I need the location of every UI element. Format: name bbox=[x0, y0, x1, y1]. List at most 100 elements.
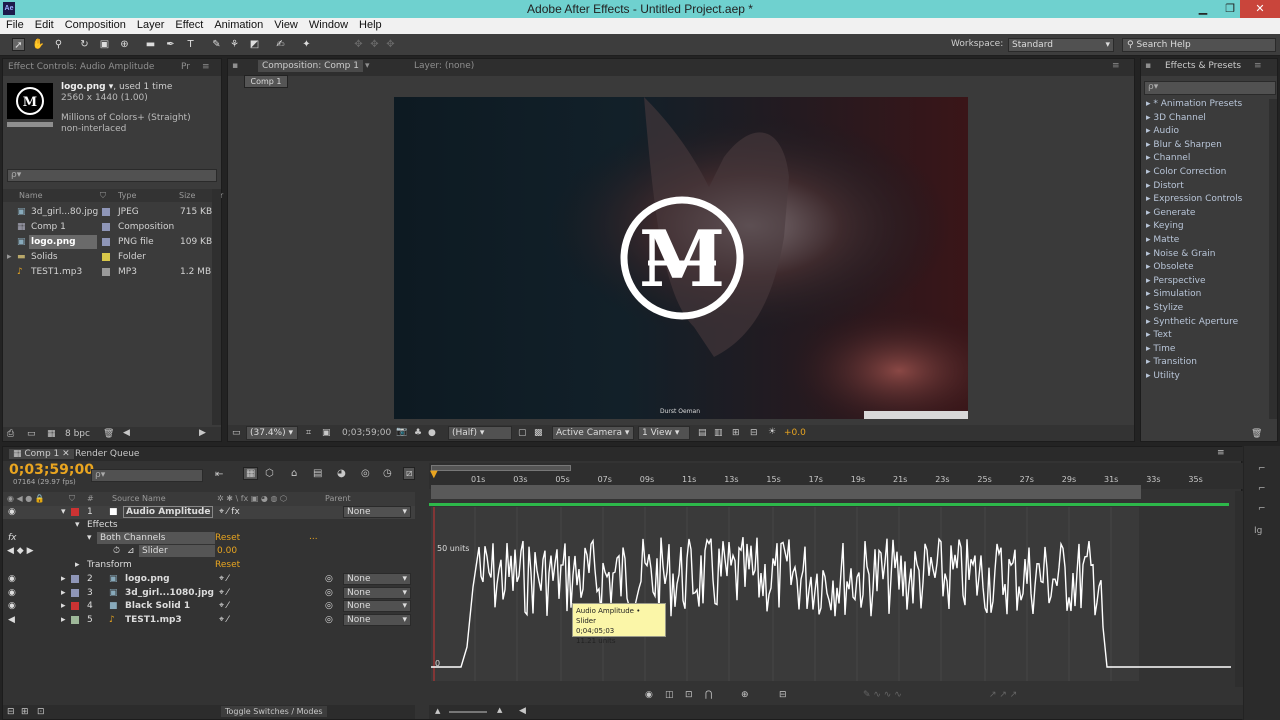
bpc-label[interactable]: 8 bpc bbox=[65, 429, 90, 439]
camera-dropdown[interactable]: Active Camera ▾ bbox=[552, 426, 634, 440]
expand-triangle-icon[interactable]: ▸ bbox=[7, 252, 12, 262]
eraser-tool-icon[interactable]: ◩ bbox=[248, 38, 261, 51]
delete-icon[interactable]: 🗑 bbox=[1251, 429, 1262, 439]
edit-keyframe-icon[interactable]: ✎ ∿ ∿ ∿ bbox=[863, 690, 902, 700]
expand-triangle-icon[interactable]: ▾ bbox=[87, 533, 92, 543]
col-source-name[interactable]: Source Name bbox=[112, 494, 166, 503]
graph-type-icon[interactable]: ◫ bbox=[665, 690, 674, 700]
expand-triangle-icon[interactable]: ▸ bbox=[61, 615, 66, 625]
graph-editor[interactable] bbox=[431, 507, 1231, 681]
effect-category[interactable]: ▸ Synthetic Aperture bbox=[1146, 317, 1238, 327]
zoom-in-icon[interactable]: ▲ bbox=[497, 706, 502, 714]
menu-edit[interactable]: Edit bbox=[29, 18, 59, 31]
fit-all-icon[interactable]: ⊟ bbox=[779, 690, 787, 700]
eye-icon[interactable]: ◉ bbox=[8, 601, 16, 611]
new-composition-icon[interactable]: ▦ bbox=[47, 429, 56, 439]
region-icon[interactable]: ▢ bbox=[518, 428, 527, 438]
flowchart-icon[interactable]: ⊟ bbox=[750, 428, 758, 438]
pickwhip-icon[interactable]: ◎ bbox=[325, 601, 333, 611]
effect-category[interactable]: ▸ Generate bbox=[1146, 208, 1195, 218]
switches-icon[interactable]: ⌖ ⁄ bbox=[219, 574, 228, 584]
effects-search-input[interactable]: ρ▾ bbox=[1144, 81, 1276, 95]
project-item[interactable]: ▣ 3d_girl...80.jpg JPEG 715 KB bbox=[5, 205, 223, 220]
av-features-icon[interactable]: ◉ ◀ ● 🔒 bbox=[7, 494, 45, 503]
interpret-footage-icon[interactable]: ⎙ bbox=[7, 429, 14, 439]
collapse-icon[interactable]: ▪ bbox=[1145, 61, 1151, 71]
grid-icon[interactable]: ⌗ bbox=[306, 428, 311, 438]
fit-selection-icon[interactable]: ⊕ bbox=[741, 690, 749, 700]
menu-view[interactable]: View bbox=[268, 18, 303, 31]
resolution-dropdown[interactable]: (Half) ▾ bbox=[448, 426, 512, 440]
motion-blur-icon[interactable]: ◕ bbox=[337, 468, 346, 479]
panel-menu-icon[interactable]: ≡ bbox=[202, 62, 210, 72]
hide-shy-layers-icon[interactable]: ⌂ bbox=[291, 468, 297, 479]
view-layout-dropdown[interactable]: 1 View ▾ bbox=[638, 426, 690, 440]
project-item[interactable]: ♪ TEST1.mp3 MP3 1.2 MB bbox=[5, 265, 223, 280]
rotate-tool-icon[interactable]: ↻ bbox=[78, 38, 91, 51]
switches-icons[interactable]: ✲ ✱ \ fx ▣ ◕ ◍ ⬡ bbox=[217, 494, 287, 503]
menu-window[interactable]: Window bbox=[303, 18, 353, 31]
new-folder-icon[interactable]: ▭ bbox=[27, 429, 36, 439]
show-snapshot-icon[interactable]: ♣ bbox=[414, 428, 422, 438]
layer-row[interactable]: ◉ ▾ 1 ■ Audio Amplitude ⌖ ⁄ fx None ▾ bbox=[3, 506, 415, 519]
effect-category[interactable]: ▸ Noise & Grain bbox=[1146, 249, 1216, 259]
label-column-icon[interactable]: ⛉ bbox=[100, 191, 106, 201]
parent-dropdown[interactable]: None ▾ bbox=[343, 586, 411, 599]
switches-icon[interactable]: ⌖ ⁄ bbox=[219, 615, 228, 625]
tab-effects-presets[interactable]: Effects & Presets bbox=[1165, 61, 1241, 71]
transform-reset[interactable]: Reset bbox=[215, 560, 240, 570]
scroll-left-icon[interactable]: ◀ bbox=[123, 428, 130, 438]
expand-collapse-icon[interactable]: ⊟ bbox=[7, 707, 15, 717]
hand-tool-icon[interactable]: ✋ bbox=[32, 38, 45, 51]
easy-ease-icon[interactable]: ↗ ↗ ↗ bbox=[989, 690, 1017, 700]
region-of-interest-icon[interactable]: ▭ bbox=[232, 428, 241, 438]
mask-visibility-icon[interactable]: ▣ bbox=[322, 428, 331, 438]
effect-category[interactable]: ▸ Utility bbox=[1146, 371, 1180, 381]
scroll-right-icon[interactable]: ▶ bbox=[199, 428, 206, 438]
camera-tool-icon[interactable]: ▣ bbox=[98, 38, 111, 51]
exposure-icon[interactable]: ☀ bbox=[768, 427, 776, 437]
label-column-icon[interactable]: ⛉ bbox=[69, 494, 75, 504]
tab-composition[interactable]: Composition: Comp 1 bbox=[258, 60, 363, 72]
effect-category[interactable]: ▸ 3D Channel bbox=[1146, 113, 1206, 123]
close-button[interactable]: ✕ bbox=[1240, 0, 1280, 18]
effect-category[interactable]: ▸ Perspective bbox=[1146, 276, 1206, 286]
menu-layer[interactable]: Layer bbox=[131, 18, 170, 31]
slider-property-row[interactable]: ◀ ◆ ▶ ⏱ ⊿ Slider 0.00 bbox=[3, 545, 415, 558]
clone-stamp-tool-icon[interactable]: ⚘ bbox=[228, 38, 241, 51]
exposure-value[interactable]: +0.0 bbox=[784, 428, 806, 438]
effect-name[interactable]: Both Channels bbox=[97, 532, 215, 544]
show-transform-box-icon[interactable]: ⊡ bbox=[685, 690, 693, 700]
menu-effect[interactable]: Effect bbox=[169, 18, 208, 31]
effect-category[interactable]: ▸ Distort bbox=[1146, 181, 1184, 191]
timeline-search-input[interactable]: ρ▾ bbox=[91, 469, 203, 482]
current-time[interactable]: 0;03;59;00 bbox=[342, 428, 391, 438]
timeline-timecode[interactable]: 0;03;59;00 bbox=[9, 462, 94, 478]
brush-tool-icon[interactable]: ✎ bbox=[210, 38, 223, 51]
speaker-icon[interactable]: ◀ bbox=[8, 615, 15, 625]
zoom-dropdown[interactable]: (37.4%) ▾ bbox=[246, 426, 298, 440]
live-update-icon[interactable]: ▦ bbox=[243, 467, 259, 480]
roto-brush-tool-icon[interactable]: ✍ bbox=[274, 38, 287, 51]
project-search-input[interactable]: ρ▾ bbox=[7, 169, 217, 182]
effect-category[interactable]: ▸ Color Correction bbox=[1146, 167, 1226, 177]
timeline-icon[interactable]: ⊞ bbox=[732, 428, 740, 438]
project-item-selected[interactable]: ▣ logo.png PNG file 109 KB bbox=[5, 235, 223, 250]
toggle-switches-modes[interactable]: Toggle Switches / Modes bbox=[221, 706, 327, 717]
graph-editor-icon[interactable]: ⧄ bbox=[403, 467, 416, 480]
layer-row[interactable]: ◉ ▸ 4 ■ Black Solid 1 ⌖ ⁄ ◎ None ▾ bbox=[3, 600, 415, 613]
transparency-grid-icon[interactable]: ▩ bbox=[534, 428, 543, 438]
frame-blending-icon[interactable]: ▤ bbox=[313, 468, 322, 479]
parent-dropdown[interactable]: None ▾ bbox=[343, 506, 411, 518]
auto-keyframe-icon[interactable]: ◷ bbox=[383, 468, 392, 479]
expand-triangle-icon[interactable]: ▾ bbox=[75, 520, 80, 530]
effects-group-row[interactable]: ▾ Effects bbox=[3, 519, 415, 532]
expand-collapse-icon[interactable]: ⊡ bbox=[37, 707, 45, 717]
color-channel-icon[interactable]: ● bbox=[428, 428, 436, 438]
pen-tool-icon[interactable]: ✒ bbox=[164, 38, 177, 51]
fx-label[interactable]: fx bbox=[8, 533, 17, 543]
effect-category[interactable]: ▸ Stylize bbox=[1146, 303, 1183, 313]
expand-triangle-icon[interactable]: ▸ bbox=[61, 601, 66, 611]
layer-name[interactable]: 3d_girl...1080.jpg bbox=[125, 588, 214, 598]
layer-row[interactable]: ◉ ▸ 2 ▣ logo.png ⌖ ⁄ ◎ None ▾ bbox=[3, 573, 415, 586]
